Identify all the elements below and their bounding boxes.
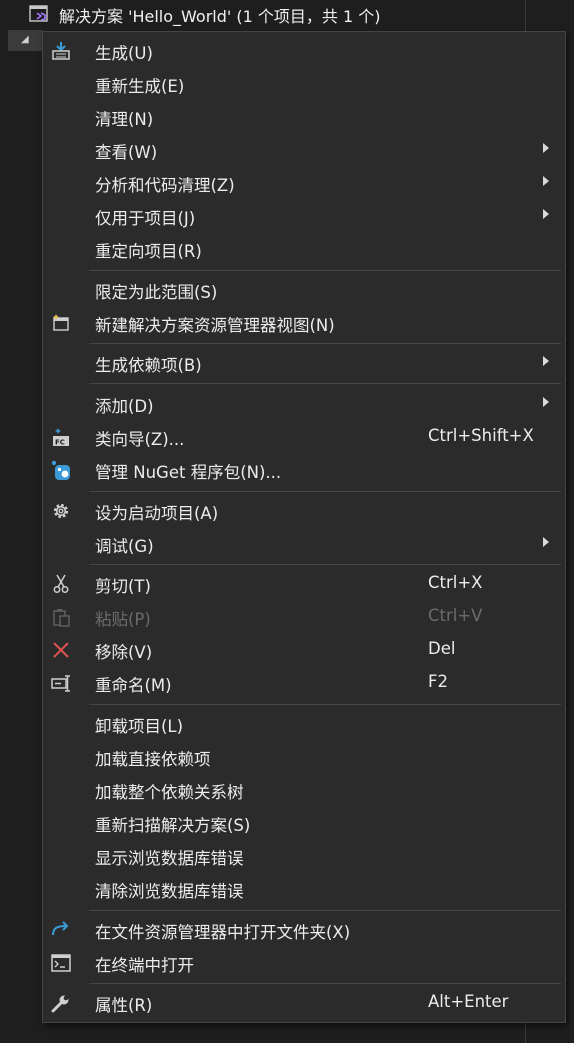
menu-item-open-in-terminal[interactable]: 在终端中打开: [43, 946, 565, 979]
menu-item-label: 清理(N): [95, 110, 154, 129]
nuget-icon: [51, 460, 71, 480]
submenu-arrow-icon: [543, 397, 549, 407]
menu-separator: [89, 270, 561, 271]
menu-item-open-in-file-explorer[interactable]: 在文件资源管理器中打开文件夹(X): [43, 913, 565, 946]
menu-item-label: 粘贴(P): [95, 610, 151, 629]
menu-item-shortcut: Ctrl+V: [428, 606, 483, 625]
menu-item-properties[interactable]: 属性(R) Alt+Enter: [43, 986, 565, 1019]
menu-item-view[interactable]: 查看(W): [43, 133, 565, 166]
menu-item-cut[interactable]: 剪切(T) Ctrl+X: [43, 567, 565, 600]
menu-item-label: 类向导(Z)...: [95, 430, 185, 449]
menu-item-clean[interactable]: 清理(N): [43, 100, 565, 133]
menu-item-remove[interactable]: 移除(V) Del: [43, 633, 565, 666]
menu-item-label: 清除浏览数据库错误: [95, 882, 244, 901]
open-folder-arrow-icon: [51, 920, 71, 940]
menu-item-label: 重命名(M): [95, 676, 172, 695]
menu-item-scope-to-this[interactable]: 限定为此范围(S): [43, 273, 565, 306]
visual-studio-solution-icon: [29, 4, 49, 24]
menu-item-add[interactable]: 添加(D): [43, 387, 565, 420]
menu-item-label: 限定为此范围(S): [95, 283, 218, 302]
menu-item-load-dep-tree[interactable]: 加载整个依赖关系树: [43, 773, 565, 806]
menu-item-label: 加载直接依赖项: [95, 750, 211, 769]
menu-item-unload-project[interactable]: 卸载项目(L): [43, 707, 565, 740]
menu-item-label: 属性(R): [95, 996, 153, 1015]
menu-item-show-browse-db-errors[interactable]: 显示浏览数据库错误: [43, 839, 565, 872]
menu-item-label: 加载整个依赖关系树: [95, 783, 244, 802]
menu-item-label: 在终端中打开: [95, 956, 194, 975]
menu-item-manage-nuget[interactable]: 管理 NuGet 程序包(N)...: [43, 453, 565, 486]
menu-item-label: 设为启动项目(A): [95, 504, 219, 523]
expand-triangle-icon[interactable]: ◢: [21, 34, 29, 45]
submenu-arrow-icon: [543, 356, 549, 366]
menu-separator: [89, 343, 561, 344]
menu-item-label: 管理 NuGet 程序包(N)...: [95, 463, 282, 482]
menu-item-label: 生成(U): [95, 44, 153, 63]
menu-item-label: 重新生成(E): [95, 77, 185, 96]
menu-separator: [89, 383, 561, 384]
menu-item-new-explorer-view[interactable]: 新建解决方案资源管理器视图(N): [43, 306, 565, 339]
menu-item-label: 添加(D): [95, 397, 154, 416]
menu-item-paste[interactable]: 粘贴(P) Ctrl+V: [43, 600, 565, 633]
context-menu: 生成(U) 重新生成(E) 清理(N) 查看(W) 分析和代码清理(Z) 仅用于…: [42, 31, 566, 1023]
submenu-arrow-icon: [543, 209, 549, 219]
menu-item-label: 在文件资源管理器中打开文件夹(X): [95, 923, 351, 942]
terminal-icon: [51, 953, 71, 973]
menu-item-label: 生成依赖项(B): [95, 356, 202, 375]
solution-node[interactable]: 解决方案 'Hello_World' (1 个项目，共 1 个): [0, 0, 526, 28]
submenu-arrow-icon: [543, 176, 549, 186]
menu-item-load-direct-deps[interactable]: 加载直接依赖项: [43, 740, 565, 773]
menu-item-label: 查看(W): [95, 143, 158, 162]
svg-text:FC: FC: [55, 439, 65, 447]
wrench-icon: [51, 993, 71, 1013]
menu-item-debug[interactable]: 调试(G): [43, 527, 565, 560]
menu-item-analyze[interactable]: 分析和代码清理(Z): [43, 166, 565, 199]
menu-item-shortcut: Alt+Enter: [428, 992, 509, 1011]
menu-item-project-only[interactable]: 仅用于项目(J): [43, 199, 565, 232]
menu-item-rebuild[interactable]: 重新生成(E): [43, 67, 565, 100]
menu-item-label: 新建解决方案资源管理器视图(N): [95, 316, 335, 335]
solution-title: 解决方案 'Hello_World' (1 个项目，共 1 个): [59, 7, 381, 26]
build-icon: [51, 41, 71, 61]
menu-item-rename[interactable]: 重命名(M) F2: [43, 666, 565, 699]
menu-item-build[interactable]: 生成(U): [43, 34, 565, 67]
submenu-arrow-icon: [543, 537, 549, 547]
gear-icon: [51, 501, 71, 521]
class-wizard-icon: FC: [51, 427, 71, 447]
new-view-icon: [51, 313, 71, 333]
menu-separator: [89, 983, 561, 984]
menu-item-label: 调试(G): [95, 537, 154, 556]
menu-item-retarget[interactable]: 重定向项目(R): [43, 232, 565, 265]
menu-item-shortcut: Ctrl+X: [428, 573, 483, 592]
menu-item-label: 卸载项目(L): [95, 717, 184, 736]
menu-item-label: 移除(V): [95, 643, 153, 662]
menu-item-label: 重定向项目(R): [95, 242, 202, 261]
menu-item-rescan-solution[interactable]: 重新扫描解决方案(S): [43, 806, 565, 839]
menu-item-clear-browse-db-errors[interactable]: 清除浏览数据库错误: [43, 872, 565, 905]
rename-icon: [51, 673, 71, 693]
menu-item-label: 重新扫描解决方案(S): [95, 816, 251, 835]
menu-item-label: 剪切(T): [95, 577, 151, 596]
paste-icon: [51, 607, 71, 627]
menu-item-class-wizard[interactable]: FC 类向导(Z)... Ctrl+Shift+X: [43, 420, 565, 453]
menu-item-label: 仅用于项目(J): [95, 209, 196, 228]
menu-item-shortcut: Del: [428, 639, 456, 658]
menu-separator: [89, 910, 561, 911]
menu-item-build-dependencies[interactable]: 生成依赖项(B): [43, 346, 565, 379]
menu-item-set-startup[interactable]: 设为启动项目(A): [43, 494, 565, 527]
menu-item-label: 显示浏览数据库错误: [95, 849, 244, 868]
menu-item-shortcut: F2: [428, 672, 448, 691]
menu-item-shortcut: Ctrl+Shift+X: [428, 426, 534, 445]
menu-separator: [89, 564, 561, 565]
menu-item-label: 分析和代码清理(Z): [95, 176, 235, 195]
remove-icon: [51, 640, 71, 660]
menu-separator: [89, 704, 561, 705]
menu-separator: [89, 491, 561, 492]
submenu-arrow-icon: [543, 143, 549, 153]
scissors-icon: [51, 574, 71, 594]
